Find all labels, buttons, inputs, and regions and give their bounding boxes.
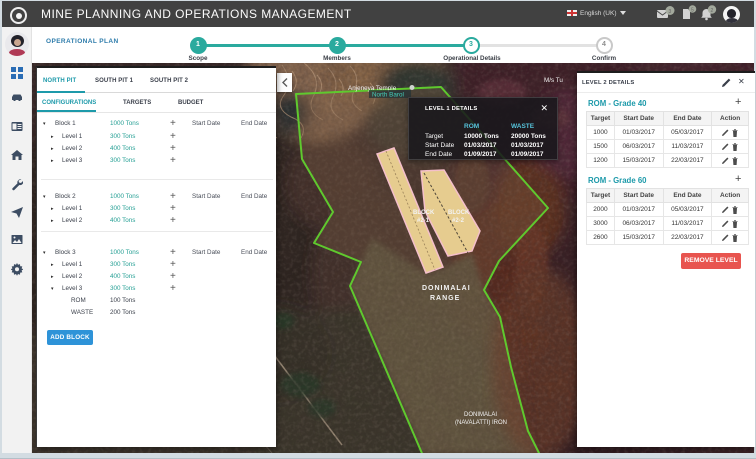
svg-text:North Barol: North Barol <box>372 92 404 99</box>
svg-text:3: 3 <box>669 9 672 15</box>
svg-text:(NAVALATTI) IRON: (NAVALATTI) IRON <box>455 420 507 426</box>
svg-text:RANGE: RANGE <box>430 295 460 302</box>
svg-text:DONIMALAI: DONIMALAI <box>422 285 471 292</box>
svg-text:BLOCK: BLOCK <box>413 210 435 216</box>
svg-text:M/s Tu: M/s Tu <box>544 77 563 84</box>
svg-text:5: 5 <box>691 8 694 14</box>
svg-text:BLOCK: BLOCK <box>448 210 470 216</box>
svg-text:#2-1: #2-1 <box>417 218 430 224</box>
svg-text:DONIMALAI: DONIMALAI <box>464 412 497 418</box>
svg-text:2: 2 <box>711 8 714 14</box>
svg-text:#2-2: #2-2 <box>452 218 465 224</box>
